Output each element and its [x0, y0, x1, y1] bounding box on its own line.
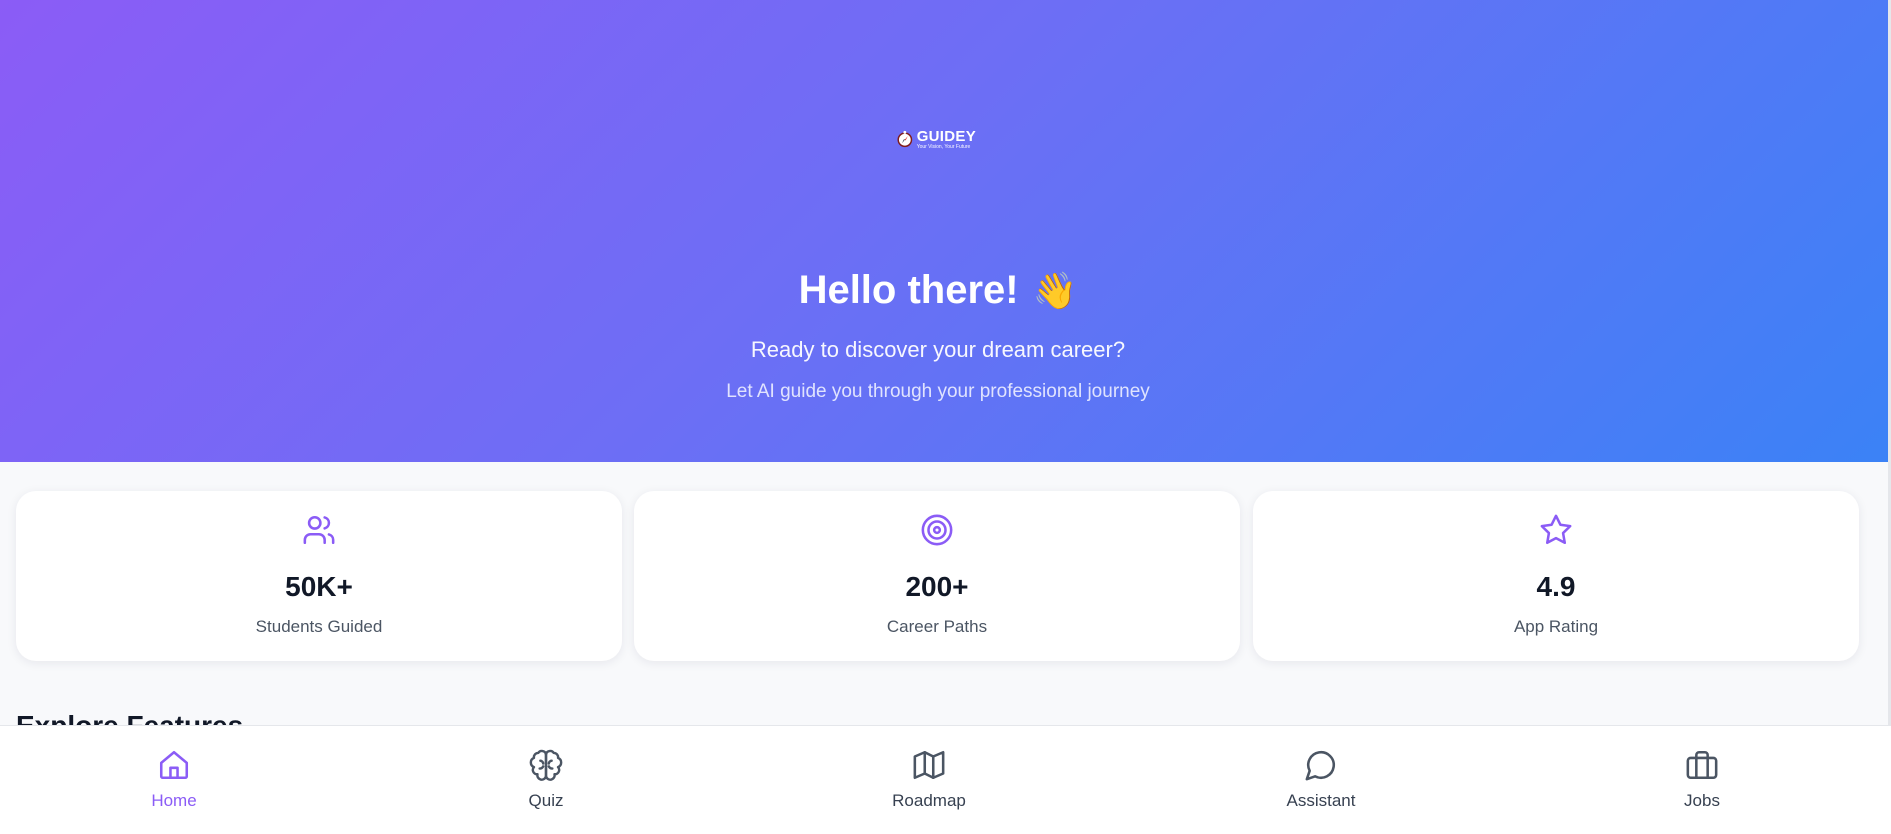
greeting-text: Hello there! [798, 268, 1019, 312]
nav-label: Jobs [1684, 791, 1720, 810]
stat-value: 50K+ [285, 571, 353, 602]
chat-bubble-icon [1305, 750, 1336, 781]
users-icon [303, 515, 335, 545]
briefcase-icon [1686, 750, 1718, 780]
nav-label: Assistant [1286, 791, 1356, 810]
nav-item-quiz[interactable]: Quiz [466, 726, 626, 834]
compass-icon [897, 130, 913, 148]
nav-item-home[interactable]: Home [94, 726, 254, 834]
waving-hand-emoji: 👋 [1032, 271, 1078, 312]
hero-banner: GUIDEY Your Vision, Your Future Hello th… [0, 0, 1888, 462]
brand-logo[interactable]: GUIDEY Your Vision, Your Future [896, 124, 976, 154]
brand-name: GUIDEY [916, 127, 976, 145]
brand-wordmark: GUIDEY Your Vision, Your Future [917, 129, 976, 150]
stat-label: Career Paths [886, 617, 988, 636]
map-icon [913, 750, 945, 780]
greeting-heading: Hello there! 👋 [0, 268, 1876, 313]
nav-item-jobs[interactable]: Jobs [1622, 726, 1782, 834]
brain-icon [529, 749, 563, 781]
nav-item-roadmap[interactable]: Roadmap [849, 726, 1009, 834]
star-icon [1540, 514, 1572, 545]
stat-value: 4.9 [1536, 571, 1576, 602]
brand-tagline: Your Vision, Your Future [916, 143, 971, 150]
home-icon [159, 750, 189, 780]
nav-label: Home [151, 791, 197, 810]
app-root: GUIDEY Your Vision, Your Future Hello th… [0, 0, 1891, 834]
target-icon [921, 514, 953, 546]
hero-tagline: Let AI guide you through your profession… [726, 381, 1150, 402]
stat-card-career-paths: 200+ Career Paths [634, 491, 1240, 661]
bottom-navigation: Home Quiz Roadmap Assistant Jobs [0, 725, 1891, 834]
stat-label: App Rating [1513, 617, 1599, 636]
nav-label: Quiz [528, 791, 564, 810]
nav-label: Roadmap [892, 791, 966, 810]
stat-card-app-rating: 4.9 App Rating [1253, 491, 1859, 661]
stat-value: 200+ [905, 571, 969, 602]
hero-subtitle: Ready to discover your dream career? [750, 337, 1126, 362]
nav-item-assistant[interactable]: Assistant [1241, 726, 1401, 834]
stat-label: Students Guided [255, 617, 383, 636]
stat-card-students: 50K+ Students Guided [16, 491, 622, 661]
